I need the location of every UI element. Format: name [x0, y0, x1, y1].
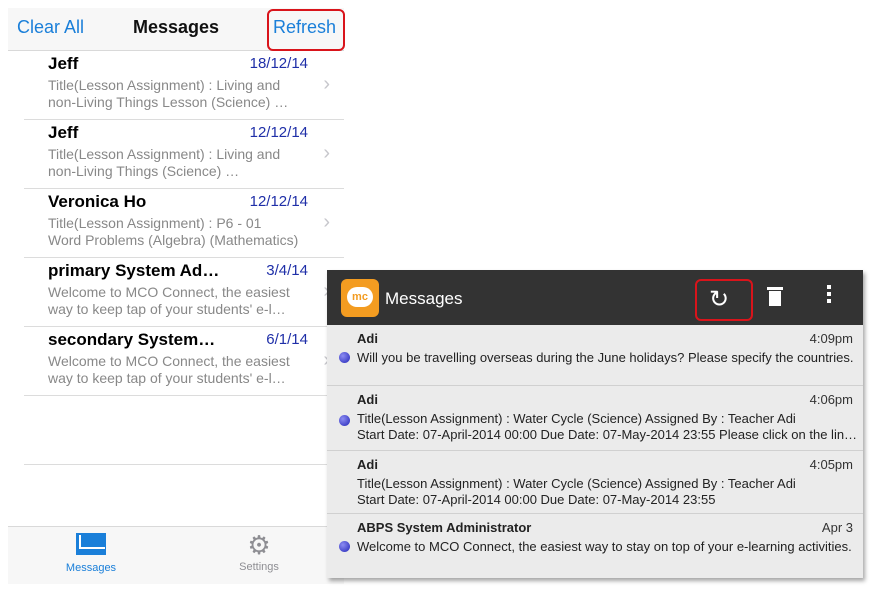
preview-line: Start Date: 07-April-2014 00:00 Due Date… [357, 427, 857, 442]
sender: primary System Ad… [48, 261, 220, 280]
date: 12/12/14 [249, 193, 308, 210]
preview: Title(Lesson Assignment) : P6 - 01 Word … [48, 215, 310, 249]
sender: Veronica Ho [48, 192, 147, 211]
action-bar: mc Messages ↻ [327, 270, 863, 325]
preview-line: Title(Lesson Assignment) : Living and [48, 146, 281, 162]
trash-icon[interactable] [767, 285, 783, 307]
message-list: Adi 4:09pm Will you be travelling overse… [327, 325, 863, 574]
tab-bar: Messages ⚙ Settings [8, 526, 344, 584]
tab-label: Messages [65, 562, 117, 574]
chevron-right-icon: › [323, 211, 330, 233]
preview-line: Welcome to MCO Connect, the easiest [48, 284, 290, 300]
preview: Title(Lesson Assignment) : Living and no… [48, 77, 310, 111]
app-logo: mc [341, 279, 379, 317]
date: 6/1/14 [266, 331, 308, 348]
list-item[interactable]: Adi 4:09pm Will you be travelling overse… [327, 325, 863, 386]
list-item[interactable]: Adi 4:06pm Title(Lesson Assignment) : Wa… [327, 386, 863, 451]
preview-line: Word Problems (Algebra) (Mathematics) [48, 232, 299, 248]
preview-line: Welcome to MCO Connect, the easiest way … [357, 539, 852, 554]
preview: Title(Lesson Assignment) : Living and no… [48, 146, 310, 180]
message-list: Jeff 18/12/14 Title(Lesson Assignment) :… [8, 51, 344, 465]
preview-line: Will you be travelling overseas during t… [357, 350, 854, 365]
tab-messages[interactable]: Messages [46, 533, 136, 574]
list-item[interactable]: Jeff 12/12/14 Title(Lesson Assignment) :… [24, 120, 344, 189]
tab-label: Settings [239, 561, 279, 573]
preview-line: way to keep tap of your students' e-l… [48, 301, 286, 317]
logo-text: mc [347, 287, 373, 307]
preview-line: Title(Lesson Assignment) : Water Cycle (… [357, 411, 796, 426]
refresh-highlight-box [267, 9, 345, 51]
list-item[interactable]: Jeff 18/12/14 Title(Lesson Assignment) :… [24, 51, 344, 120]
list-item[interactable]: Adi 4:05pm Title(Lesson Assignment) : Wa… [327, 451, 863, 514]
envelope-icon [76, 533, 106, 555]
page-title: Messages [385, 289, 463, 308]
preview: Welcome to MCO Connect, the easiest way … [48, 284, 310, 318]
date: 18/12/14 [249, 55, 308, 72]
preview-line: Title(Lesson Assignment) : P6 - 01 [48, 215, 262, 231]
preview-line: Title(Lesson Assignment) : Living and [48, 77, 281, 93]
refresh-highlight-box [695, 279, 753, 321]
preview-line: non-Living Things Lesson (Science) … [48, 94, 289, 110]
date: 12/12/14 [249, 124, 308, 141]
more-icon[interactable] [827, 285, 831, 306]
sender: secondary System… [48, 330, 216, 349]
preview-line: Welcome to MCO Connect, the easiest [48, 353, 290, 369]
list-item[interactable]: secondary System… 6/1/14 Welcome to MCO … [24, 327, 344, 396]
time: Apr 3 [821, 520, 853, 535]
list-item[interactable]: primary System Ad… 3/4/14 Welcome to MCO… [24, 258, 344, 327]
sender: Jeff [48, 123, 79, 142]
date: 3/4/14 [266, 262, 308, 279]
tab-settings[interactable]: ⚙ Settings [214, 530, 304, 573]
sender: Adi [357, 392, 378, 407]
chevron-right-icon: › [323, 142, 330, 164]
list-item[interactable]: Veronica Ho 12/12/14 Title(Lesson Assign… [24, 189, 344, 258]
sender: Adi [357, 457, 378, 472]
preview-line: non-Living Things (Science) … [48, 163, 240, 179]
sender: ABPS System Administrator [357, 520, 532, 535]
ios-messages-screen: Clear All Messages Refresh Jeff 18/12/14… [8, 8, 345, 584]
preview-line: Start Date: 07-April-2014 00:00 Due Date… [357, 492, 716, 507]
chevron-right-icon: › [323, 73, 330, 95]
time: 4:09pm [809, 331, 853, 346]
list-item[interactable]: ABPS System Administrator Apr 3 Welcome … [327, 514, 863, 574]
unread-dot-icon [339, 541, 350, 552]
gear-icon: ⚙ [247, 530, 271, 560]
empty-row [24, 396, 344, 465]
sender: Adi [357, 331, 378, 346]
unread-dot-icon [339, 415, 350, 426]
time: 4:05pm [809, 457, 853, 472]
preview: Welcome to MCO Connect, the easiest way … [48, 353, 310, 387]
preview-line: Title(Lesson Assignment) : Water Cycle (… [357, 476, 796, 491]
sender: Jeff [48, 54, 79, 73]
android-messages-screen: mc Messages ↻ Adi 4:09pm Will you be tra… [327, 270, 863, 578]
unread-dot-icon [339, 352, 350, 363]
preview-line: way to keep tap of your students' e-l… [48, 370, 286, 386]
time: 4:06pm [809, 392, 853, 407]
